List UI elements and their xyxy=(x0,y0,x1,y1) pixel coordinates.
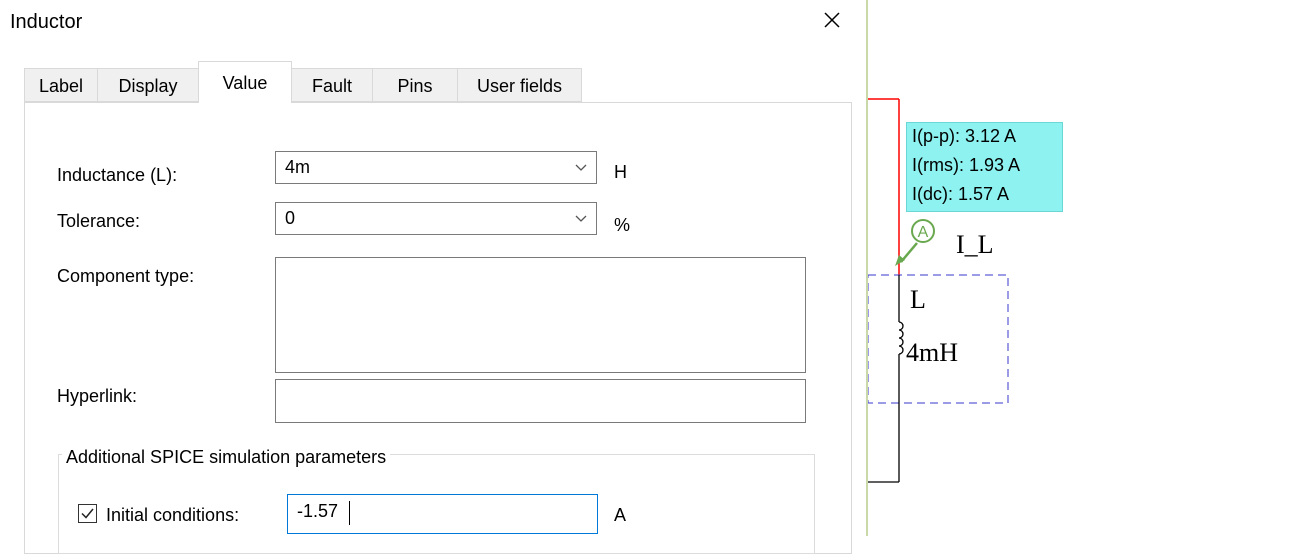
component-value: 4mH xyxy=(906,338,958,367)
tab-user-fields[interactable]: User fields xyxy=(457,68,582,102)
probe-readout-tooltip: I(p-p): 3.12 A I(rms): 1.93 A I(dc): 1.5… xyxy=(906,122,1063,212)
inductance-label: Inductance (L): xyxy=(57,165,178,185)
tolerance-label: Tolerance: xyxy=(57,211,141,231)
inductor-dialog: Inductor Label Display Value Fault Pins … xyxy=(0,0,868,554)
tolerance-value: 0 xyxy=(285,208,296,228)
checkmark-icon xyxy=(81,508,94,519)
initial-conditions-label: Initial conditions: xyxy=(106,505,240,525)
spice-group-title: Additional SPICE simulation parameters xyxy=(62,447,391,468)
initial-conditions-unit: A xyxy=(614,505,627,525)
tab-pins[interactable]: Pins xyxy=(372,68,458,102)
inductance-unit: H xyxy=(614,162,627,182)
component-type-textarea[interactable] xyxy=(275,257,806,373)
tolerance-unit: % xyxy=(614,215,631,235)
dialog-title: Inductor xyxy=(10,11,83,33)
probe-symbol: A xyxy=(918,224,929,241)
initial-conditions-value: -1.57 xyxy=(297,501,339,521)
schematic-canvas[interactable]: A I_L L 4mH xyxy=(868,0,1068,536)
tab-fault[interactable]: Fault xyxy=(291,68,373,102)
inductance-value: 4m xyxy=(285,157,311,177)
component-ref: L xyxy=(910,285,926,314)
inductor-coil-icon[interactable] xyxy=(898,321,904,355)
current-dc: I(dc): 1.57 A xyxy=(912,184,1010,204)
initial-conditions-input[interactable]: -1.57 xyxy=(287,494,598,534)
tab-label[interactable]: Label xyxy=(24,68,98,102)
chevron-down-icon xyxy=(575,215,587,222)
text-caret xyxy=(349,501,350,525)
hyperlink-label: Hyperlink: xyxy=(57,386,138,406)
probe-arrow-head xyxy=(895,255,905,266)
inductance-combobox[interactable]: 4m xyxy=(275,151,597,184)
close-button[interactable] xyxy=(818,6,846,34)
current-peak-to-peak: I(p-p): 3.12 A xyxy=(912,126,1017,146)
close-icon xyxy=(824,12,840,28)
chevron-down-icon xyxy=(575,164,587,171)
tolerance-combobox[interactable]: 0 xyxy=(275,202,597,235)
tab-value[interactable]: Value xyxy=(198,61,292,103)
component-type-label: Component type: xyxy=(57,266,195,286)
initial-conditions-checkbox[interactable] xyxy=(78,504,97,523)
probe-name: I_L xyxy=(956,230,994,259)
hyperlink-input[interactable] xyxy=(275,379,806,423)
tab-display[interactable]: Display xyxy=(97,68,199,102)
current-rms: I(rms): 1.93 A xyxy=(912,155,1021,175)
